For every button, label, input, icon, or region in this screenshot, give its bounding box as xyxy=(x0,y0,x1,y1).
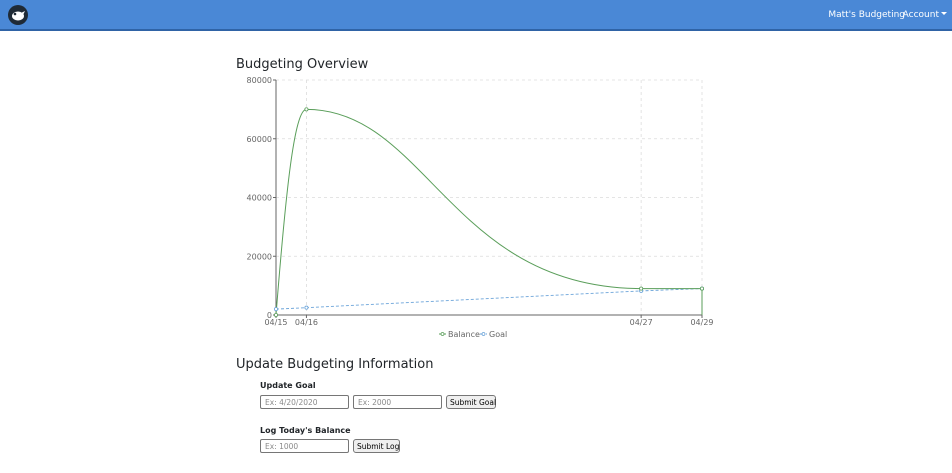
legend-marker xyxy=(481,332,486,336)
update-budgeting-title: Update Budgeting Information xyxy=(236,357,434,372)
submit-log-button[interactable]: Submit Log xyxy=(353,439,400,453)
x-tick-label: 04/29 xyxy=(690,318,713,327)
y-tick-label: 60000 xyxy=(247,135,272,144)
budgeting-overview-title: Budgeting Overview xyxy=(236,57,369,72)
balance-point xyxy=(699,286,704,291)
x-tick-label: 04/15 xyxy=(264,318,287,327)
y-tick-label: 40000 xyxy=(247,194,272,203)
goal-amount-input[interactable] xyxy=(353,395,442,409)
legend-label: Goal xyxy=(489,330,507,339)
navbar: Matt's Budgeting Account xyxy=(0,0,952,31)
x-tick-label: 04/27 xyxy=(630,318,653,327)
y-tick-label: 20000 xyxy=(247,252,272,261)
legend-marker xyxy=(440,332,445,336)
goal-point xyxy=(274,307,279,312)
budget-line-chart: 02000040000600008000004/15 04/16 04/27 04/2… xyxy=(247,76,714,339)
y-tick-label: 80000 xyxy=(247,76,272,85)
balance-series-line xyxy=(275,108,703,316)
log-balance-label: Log Today's Balance xyxy=(260,426,351,435)
nav-user-link[interactable]: Matt's Budgeting xyxy=(828,10,905,20)
account-dropdown[interactable]: Account xyxy=(903,10,947,20)
caret-down-icon xyxy=(941,12,947,15)
goal-point xyxy=(304,305,309,310)
submit-goal-button[interactable]: Submit Goal xyxy=(446,395,496,409)
goal-series-line xyxy=(275,288,703,310)
update-goal-label: Update Goal xyxy=(260,381,316,390)
goal-date-input[interactable] xyxy=(260,395,349,409)
balance-point xyxy=(639,286,644,291)
balance-point xyxy=(274,312,279,317)
balance-point xyxy=(304,107,309,112)
log-balance-input[interactable] xyxy=(260,439,349,453)
cartoon-bird-logo-icon[interactable] xyxy=(8,5,28,25)
legend-label: Balance xyxy=(448,330,480,339)
account-label: Account xyxy=(902,10,939,20)
x-tick-label: 04/16 xyxy=(295,318,318,327)
